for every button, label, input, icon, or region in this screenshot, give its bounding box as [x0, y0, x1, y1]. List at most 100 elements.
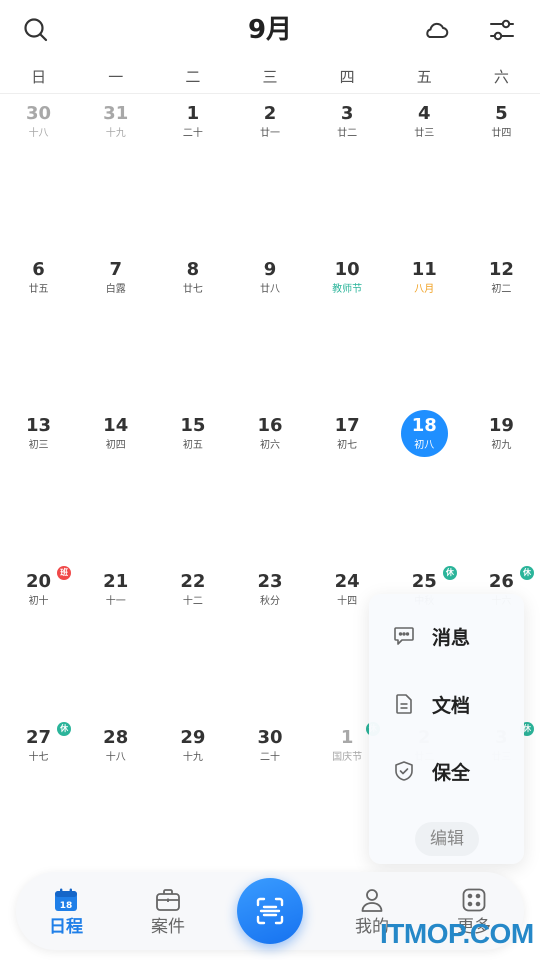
calendar-icon: 18 [55, 888, 77, 911]
day-number: 15 [180, 415, 206, 436]
lunar-date: 初六 [259, 440, 280, 451]
calendar-day[interactable]: 13 初三 [0, 408, 77, 564]
lunar-date: 初八 [414, 440, 435, 451]
calendar-day[interactable]: 12 初二 [463, 252, 540, 408]
search-button[interactable] [18, 12, 54, 48]
day-number: 1 [186, 103, 200, 124]
lunar-date: 十七 [28, 752, 49, 763]
scan-icon [256, 897, 284, 925]
day-number: 16 [257, 415, 283, 436]
lunar-date: 十二 [182, 596, 203, 607]
calendar-day[interactable]: 31 十九 [77, 96, 154, 252]
cloud-icon [426, 22, 449, 38]
day-number: 3 [340, 103, 354, 124]
calendar-day[interactable]: 27 十七休 [0, 720, 77, 876]
lunar-date: 初七 [337, 440, 358, 451]
day-number: 28 [103, 727, 129, 748]
day-number: 7 [109, 259, 122, 280]
day-number: 17 [334, 415, 360, 436]
weekday-label: 二 [185, 68, 201, 86]
menu-item-label: 文档 [432, 694, 471, 717]
lunar-date: 初三 [28, 440, 49, 451]
calendar-day[interactable]: 4 廿三 [386, 96, 463, 252]
tab-label: 日程 [49, 917, 83, 937]
calendar-day[interactable]: 16 初六 [231, 408, 308, 564]
calendar-week-row: 30 十八 31 十九 1 二十 2 廿一 3 廿二 4 廿三 5 廿四 [0, 96, 540, 252]
day-number: 30 [257, 727, 283, 748]
holiday-badge: 休 [519, 566, 534, 580]
calendar-day[interactable]: 5 廿四 [463, 96, 540, 252]
day-number: 11 [411, 259, 437, 280]
holiday-badge: 休 [442, 566, 457, 580]
calendar-day[interactable]: 30 十八 [0, 96, 77, 252]
calendar-day[interactable]: 1 二十 [154, 96, 231, 252]
lunar-date: 白露 [105, 284, 126, 295]
lunar-date: 廿八 [259, 284, 280, 295]
day-number: 10 [334, 259, 360, 280]
calendar-day[interactable]: 17 初七 [309, 408, 386, 564]
lunar-date: 二十 [182, 128, 203, 139]
lunar-date: 十八 [105, 752, 126, 763]
calendar-day[interactable]: 20 初十班 [0, 564, 77, 720]
day-number: 6 [32, 259, 45, 280]
calendar-day[interactable]: 2 廿一 [231, 96, 308, 252]
day-number: 29 [180, 727, 206, 748]
lunar-date: 秋分 [259, 596, 280, 607]
menu-item-message[interactable]: 消息 [369, 614, 524, 658]
quick-menu-popup: 消息 文档 保全 编辑 [369, 594, 524, 864]
more-icon [462, 888, 486, 912]
calendar-week-row: 6 廿五 7 白露 8 廿七 9 廿八 10 教师节 11 八月 12 初二 [0, 252, 540, 408]
calendar-day[interactable]: 3 廿二 [309, 96, 386, 252]
calendar-day[interactable]: 8 廿七 [154, 252, 231, 408]
day-number: 9 [263, 259, 277, 280]
message-icon [394, 627, 414, 645]
lunar-date: 廿四 [491, 128, 512, 139]
briefcase-icon [156, 889, 180, 911]
user-icon [361, 889, 383, 912]
sliders-icon [490, 19, 514, 41]
calendar-day[interactable]: 15 初五 [154, 408, 231, 564]
calendar-header: 9月 [0, 0, 540, 60]
calendar-day[interactable]: 11 八月 [386, 252, 463, 408]
calendar-icon-day: 18 [60, 901, 73, 911]
document-icon [396, 694, 412, 714]
calendar-day[interactable]: 9 廿八 [231, 252, 308, 408]
scan-button[interactable] [237, 878, 303, 944]
day-number: 24 [334, 571, 360, 592]
day-number: 5 [495, 103, 508, 124]
menu-item-document[interactable]: 文档 [369, 682, 524, 726]
calendar-day[interactable]: 28 十八 [77, 720, 154, 876]
calendar-day[interactable]: 6 廿五 [0, 252, 77, 408]
calendar-day[interactable]: 22 十二 [154, 564, 231, 720]
lunar-date: 廿七 [182, 284, 203, 295]
lunar-date: 初九 [491, 440, 512, 451]
edit-button[interactable]: 编辑 [415, 822, 479, 856]
menu-item-preservation[interactable]: 保全 [369, 749, 524, 793]
watermark-text: ITMOP.COM [380, 918, 534, 949]
weekday-label: 三 [262, 68, 278, 86]
calendar-day[interactable]: 23 秋分 [231, 564, 308, 720]
settings-button[interactable] [484, 12, 520, 48]
lunar-date: 廿三 [414, 128, 435, 139]
day-number: 23 [257, 571, 283, 592]
weather-button[interactable] [418, 12, 454, 48]
calendar-day[interactable]: 21 十一 [77, 564, 154, 720]
calendar-day[interactable]: 29 十九 [154, 720, 231, 876]
day-number: 8 [186, 259, 200, 280]
day-number: 18 [411, 415, 437, 436]
tab-schedule[interactable]: 18 日程 [26, 886, 106, 942]
calendar-day-today[interactable]: 18 初八 [386, 408, 463, 564]
calendar-day[interactable]: 19 初九 [463, 408, 540, 564]
weekday-label: 一 [108, 68, 124, 86]
day-number: 30 [26, 103, 52, 124]
tab-label: 案件 [151, 917, 185, 937]
calendar-day[interactable]: 7 白露 [77, 252, 154, 408]
calendar-day[interactable]: 30 二十 [231, 720, 308, 876]
calendar-day[interactable]: 14 初四 [77, 408, 154, 564]
tab-cases[interactable]: 案件 [128, 886, 208, 942]
calendar-day[interactable]: 10 教师节 [309, 252, 386, 408]
lunar-date: 十九 [105, 128, 126, 139]
page-title[interactable]: 9月 [170, 12, 370, 48]
day-number: 2 [263, 103, 277, 124]
day-number: 22 [180, 571, 206, 592]
